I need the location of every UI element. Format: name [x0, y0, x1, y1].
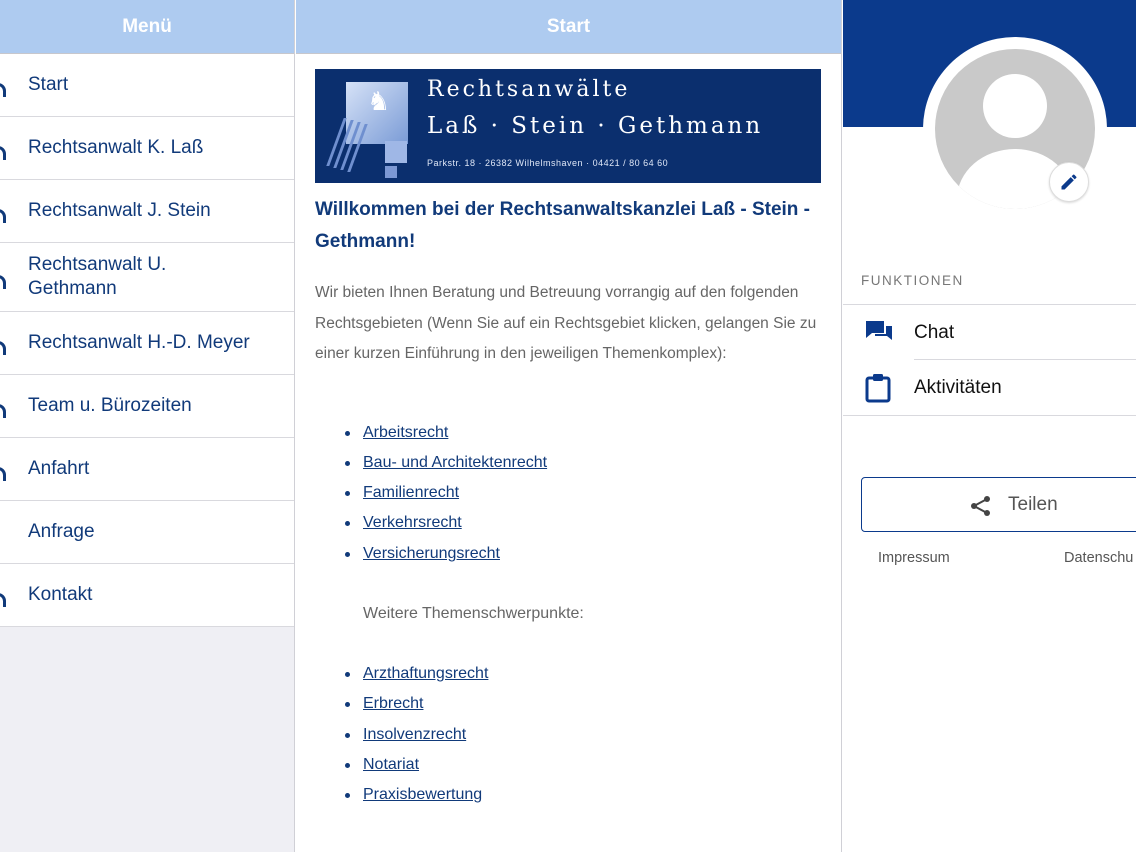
link-erbrecht[interactable]: Erbrecht — [363, 695, 423, 712]
list-item: Arbeitsrecht — [345, 418, 825, 448]
menu-item-label: Rechtsanwalt H.-D. Meyer — [28, 332, 250, 353]
person-icon — [0, 209, 6, 223]
privacy-link[interactable]: Datenschu — [1064, 550, 1133, 566]
person-icon — [0, 341, 6, 355]
people-icon — [0, 404, 6, 418]
link-versicherungsrecht[interactable]: Versicherungsrecht — [363, 545, 500, 562]
link-verkehrsrecht[interactable]: Verkehrsrecht — [363, 514, 462, 531]
main-content-pane: Start ♞ Rechtsanwälte Laß · Stein · Geth… — [296, 0, 842, 852]
link-familienrecht[interactable]: Familienrecht — [363, 484, 459, 501]
divider — [843, 415, 1136, 416]
welcome-heading: Willkommen bei der Rechtsanwaltskanzlei … — [315, 199, 811, 252]
chat-label: Chat — [914, 321, 955, 343]
link-baurecht[interactable]: Bau- und Architektenrecht — [363, 454, 547, 471]
share-icon — [971, 496, 990, 516]
logo-stripes — [326, 114, 368, 174]
firm-logo-banner: ♞ Rechtsanwälte Laß · Stein · Gethmann P… — [315, 69, 821, 183]
phone-icon — [0, 593, 6, 607]
link-insolvenzrecht[interactable]: Insolvenzrecht — [363, 726, 466, 743]
menu-item-label: Anfahrt — [28, 458, 90, 479]
horse-icon: ♞ — [367, 86, 391, 116]
activities-item[interactable]: Aktivitäten — [843, 360, 1136, 415]
menu-item-label: Rechtsanwalt K. Laß — [28, 137, 204, 158]
list-item: Bau- und Architektenrecht — [345, 448, 825, 478]
profile-panel: FUNKTIONEN Chat Aktivitäten Teilen Impre — [843, 0, 1136, 852]
logo-square-tiny — [385, 166, 397, 178]
impressum-link[interactable]: Impressum — [878, 550, 950, 566]
side-menu: Menü Start Rechtsanwalt K. Laß Rechtsanw… — [0, 0, 295, 852]
link-notariat[interactable]: Notariat — [363, 756, 419, 773]
list-item: Erbrecht — [345, 689, 825, 719]
share-label: Teilen — [1008, 493, 1058, 515]
map-pin-icon — [0, 467, 6, 481]
menu-item-label: Rechtsanwalt J. Stein — [28, 200, 211, 221]
menu-item-start[interactable]: Start — [0, 54, 294, 117]
menu-item-anfahrt[interactable]: Anfahrt — [0, 438, 294, 501]
list-item: Versicherungsrecht — [345, 539, 825, 569]
menu-item-label: Start — [28, 74, 69, 95]
menu-item-anfrage[interactable]: Anfrage — [0, 501, 294, 564]
functions-section-label: FUNKTIONEN — [861, 273, 964, 288]
chat-icon — [866, 320, 892, 340]
article: Willkommen bei der Rechtsanwaltskanzlei … — [315, 194, 825, 810]
menu-item-label: Team u. Bürozeiten — [28, 395, 192, 416]
menu-item-label: Anfrage — [28, 521, 95, 542]
list-item: Insolvenzrecht — [345, 720, 825, 750]
activities-label: Aktivitäten — [914, 376, 1002, 398]
clipboard-icon — [865, 373, 891, 402]
chat-item[interactable]: Chat — [843, 305, 1136, 360]
list-item: Familienrecht — [345, 478, 825, 508]
law-areas-list: Arbeitsrecht Bau- und Architektenrecht F… — [315, 418, 825, 569]
further-topics-list: Arzthaftungsrecht Erbrecht Insolvenzrech… — [315, 659, 825, 810]
menu-title: Menü — [0, 0, 294, 54]
menu-item-meyer[interactable]: Rechtsanwalt H.-D. Meyer — [0, 312, 294, 375]
logo-square-small — [385, 141, 407, 163]
menu-item-label: Rechtsanwalt U. Gethmann — [28, 254, 167, 299]
list-item: Verkehrsrecht — [345, 508, 825, 538]
menu-item-kontakt[interactable]: Kontakt — [0, 564, 294, 627]
person-icon — [0, 146, 6, 160]
arrow-icon — [0, 83, 6, 97]
list-item: Praxisbewertung — [345, 780, 825, 810]
list-item: Arzthaftungsrecht — [345, 659, 825, 689]
menu-item-label: Kontakt — [28, 584, 93, 605]
list-item: Notariat — [345, 750, 825, 780]
intro-text: Wir bieten Ihnen Beratung und Betreuung … — [315, 284, 817, 362]
pencil-icon — [1061, 174, 1077, 190]
banner-line-1: Rechtsanwälte — [427, 77, 631, 102]
menu-item-stein[interactable]: Rechtsanwalt J. Stein — [0, 180, 294, 243]
menu-item-lass[interactable]: Rechtsanwalt K. Laß — [0, 117, 294, 180]
further-topics-label: Weitere Themenschwerpunkte: — [363, 604, 584, 622]
person-icon — [0, 275, 6, 289]
link-arbeitsrecht[interactable]: Arbeitsrecht — [363, 424, 448, 441]
functions-list: Chat Aktivitäten — [843, 304, 1136, 416]
link-praxisbewertung[interactable]: Praxisbewertung — [363, 786, 482, 803]
page-title: Start — [296, 0, 841, 54]
link-arzthaftungsrecht[interactable]: Arzthaftungsrecht — [363, 665, 488, 682]
share-button[interactable]: Teilen — [861, 477, 1136, 532]
edit-avatar-button[interactable] — [1049, 162, 1089, 202]
banner-line-2: Laß · Stein · Gethmann — [427, 113, 764, 139]
banner-address: Parkstr. 18 · 26382 Wilhelmshaven · 0442… — [427, 158, 669, 168]
menu-item-team[interactable]: Team u. Bürozeiten — [0, 375, 294, 438]
menu-list: Start Rechtsanwalt K. Laß Rechtsanwalt J… — [0, 54, 294, 627]
menu-item-gethmann[interactable]: Rechtsanwalt U. Gethmann — [0, 243, 294, 312]
